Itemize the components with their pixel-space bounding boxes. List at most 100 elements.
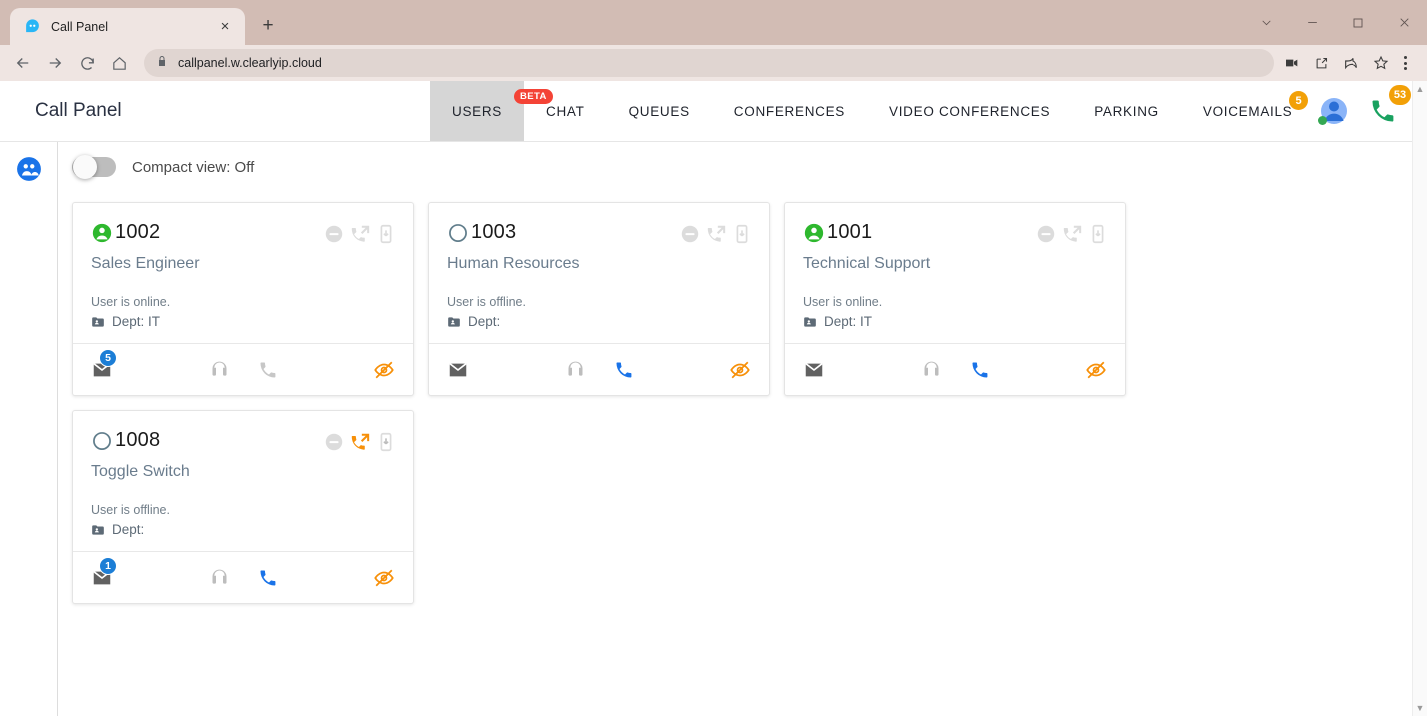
phone-icon[interactable]: 53 <box>1369 85 1411 125</box>
user-card-actions <box>323 223 397 245</box>
lock-icon <box>156 54 168 72</box>
hide-presence-icon[interactable] <box>373 359 395 381</box>
star-icon[interactable] <box>1373 55 1389 71</box>
device-icon[interactable] <box>375 431 397 453</box>
tab-queues-label: QUEUES <box>628 103 690 119</box>
tab-queues[interactable]: QUEUES <box>607 81 712 141</box>
new-tab-button[interactable]: + <box>253 11 283 41</box>
user-card-footer: 5 <box>73 343 413 395</box>
department-label: Dept: IT <box>112 314 161 329</box>
avatar[interactable] <box>1315 94 1349 128</box>
page-scrollbar[interactable]: ▲ ▼ <box>1412 81 1427 716</box>
user-card-header: 1002 <box>91 221 395 244</box>
call-icon[interactable] <box>258 568 278 588</box>
reload-icon[interactable] <box>72 48 102 78</box>
voicemails-badge: 5 <box>1289 91 1309 110</box>
voicemail-badge: 1 <box>99 556 117 575</box>
call-forward-icon[interactable] <box>705 223 727 245</box>
voicemail-icon[interactable]: 5 <box>91 348 117 381</box>
user-card-body: 1003 Human Resources User is offline. De… <box>429 203 769 343</box>
app-body: Compact view: Off 1002 Sales Engineer Us… <box>0 142 1427 716</box>
dnd-icon[interactable] <box>323 431 345 453</box>
browser-toolbar: callpanel.w.clearlyip.cloud <box>0 45 1427 81</box>
omnibox-actions <box>1284 55 1389 71</box>
user-cards-area: 1002 Sales Engineer User is online. Dept… <box>58 192 1427 716</box>
user-card-body: 1002 Sales Engineer User is online. Dept… <box>73 203 413 343</box>
scroll-up-icon[interactable]: ▲ <box>1416 84 1425 94</box>
voicemail-icon[interactable] <box>803 359 825 381</box>
tab-parking[interactable]: PARKING <box>1072 81 1181 141</box>
extension-number: 1001 <box>827 221 873 243</box>
scroll-down-icon[interactable]: ▼ <box>1416 703 1425 713</box>
headset-icon[interactable] <box>209 359 230 380</box>
tab-voicemails[interactable]: VOICEMAILS 5 <box>1181 81 1315 141</box>
back-icon[interactable] <box>8 48 38 78</box>
chevron-down-icon[interactable] <box>1243 0 1289 45</box>
call-forward-icon[interactable] <box>349 431 371 453</box>
home-icon[interactable] <box>104 48 134 78</box>
user-status-text: User is online. <box>803 295 883 309</box>
user-department: Dept: <box>91 522 395 537</box>
tab-chat-label: CHAT <box>546 103 585 119</box>
tab-users[interactable]: USERS <box>430 81 525 141</box>
compact-view-toggle[interactable] <box>72 155 116 179</box>
user-card-header: 1003 <box>447 221 751 244</box>
call-forward-icon[interactable] <box>1061 223 1083 245</box>
headset-icon[interactable] <box>921 359 942 380</box>
user-card[interactable]: 1003 Human Resources User is offline. De… <box>428 202 770 396</box>
open-in-new-icon[interactable] <box>1314 56 1329 71</box>
forward-icon[interactable] <box>40 48 70 78</box>
sidebar-item-users[interactable] <box>16 156 42 182</box>
dnd-icon[interactable] <box>1035 223 1057 245</box>
share-icon[interactable] <box>1343 55 1359 71</box>
content-toolbar: Compact view: Off <box>58 142 1427 192</box>
close-icon[interactable] <box>1381 0 1427 45</box>
tab-video-conferences[interactable]: VIDEO CONFERENCES <box>867 81 1072 141</box>
tab-chat[interactable]: BETA CHAT <box>514 81 607 141</box>
tab-voicemails-label: VOICEMAILS <box>1202 103 1293 119</box>
call-forward-icon[interactable] <box>349 223 371 245</box>
headset-icon[interactable] <box>209 567 230 588</box>
user-cards-grid: 1002 Sales Engineer User is online. Dept… <box>72 202 1142 604</box>
call-icon[interactable] <box>258 360 278 380</box>
app-header: Call Panel USERS BETA CHAT QUEUES CONFER… <box>0 81 1427 142</box>
headset-icon[interactable] <box>565 359 586 380</box>
camera-icon[interactable] <box>1284 55 1300 71</box>
voicemail-icon[interactable] <box>447 359 469 381</box>
tab-parking-label: PARKING <box>1094 103 1159 119</box>
extension-number: 1002 <box>115 221 161 243</box>
omnibox[interactable]: callpanel.w.clearlyip.cloud <box>144 49 1274 77</box>
user-card-header: 1001 <box>803 221 1107 244</box>
device-icon[interactable] <box>1087 223 1109 245</box>
user-card[interactable]: 1008 Toggle Switch User is offline. Dept… <box>72 410 414 604</box>
hide-presence-icon[interactable] <box>1085 359 1107 381</box>
hide-presence-icon[interactable] <box>373 567 395 589</box>
three-dots-icon[interactable] <box>1391 49 1419 77</box>
maximize-icon[interactable] <box>1335 0 1381 45</box>
device-icon[interactable] <box>731 223 753 245</box>
hide-presence-icon[interactable] <box>729 359 751 381</box>
user-card[interactable]: 1001 Technical Support User is online. D… <box>784 202 1126 396</box>
minimize-icon[interactable] <box>1289 0 1335 45</box>
user-card[interactable]: 1002 Sales Engineer User is online. Dept… <box>72 202 414 396</box>
tab-users-label: USERS <box>452 103 503 119</box>
header-right-actions: 53 <box>1315 81 1427 141</box>
tab-title: Call Panel <box>51 19 108 34</box>
browser-tab[interactable]: Call Panel × <box>10 8 245 45</box>
department-icon <box>91 523 105 537</box>
person-filled-icon <box>803 222 825 244</box>
beta-badge: BETA <box>514 89 553 104</box>
user-status-text: User is offline. <box>91 503 170 517</box>
address-text: callpanel.w.clearlyip.cloud <box>178 56 322 70</box>
device-icon[interactable] <box>375 223 397 245</box>
call-icon[interactable] <box>614 360 634 380</box>
dnd-icon[interactable] <box>679 223 701 245</box>
user-department: Dept: <box>447 314 751 329</box>
call-icon[interactable] <box>970 360 990 380</box>
dnd-icon[interactable] <box>323 223 345 245</box>
tab-conferences[interactable]: CONFERENCES <box>712 81 867 141</box>
close-icon[interactable]: × <box>215 17 235 37</box>
compact-view-label: Compact view: Off <box>132 158 255 176</box>
main-nav-tabs: USERS BETA CHAT QUEUES CONFERENCES VIDEO… <box>430 81 1315 141</box>
voicemail-icon[interactable]: 1 <box>91 556 117 589</box>
